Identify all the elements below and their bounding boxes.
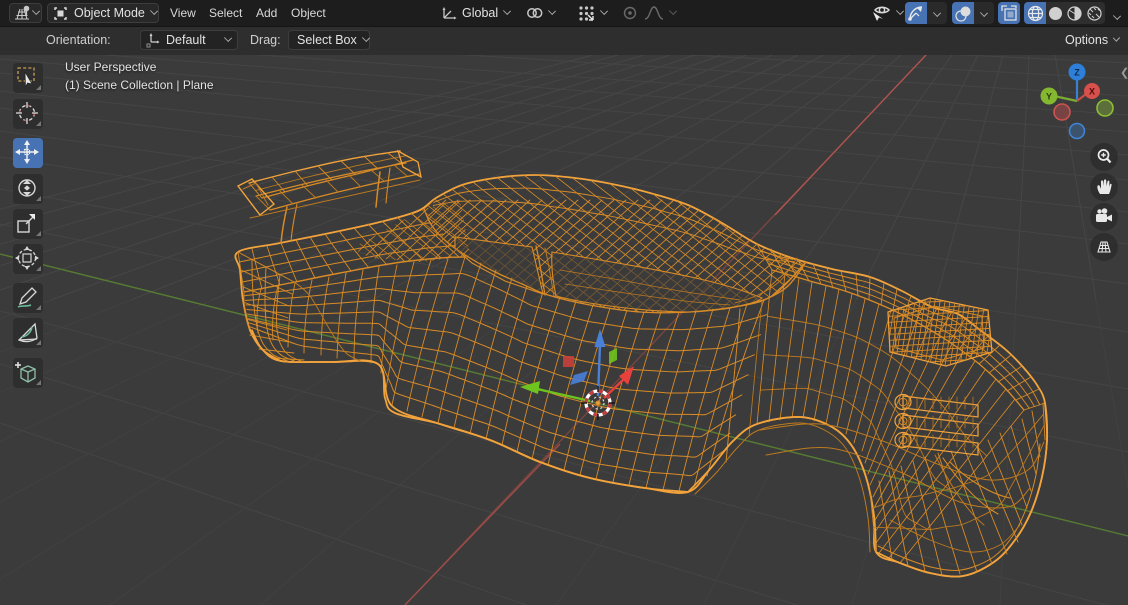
svg-text:X: X	[1089, 87, 1095, 97]
svg-text:Z: Z	[1074, 68, 1080, 78]
svg-text:Y: Y	[1046, 92, 1052, 102]
